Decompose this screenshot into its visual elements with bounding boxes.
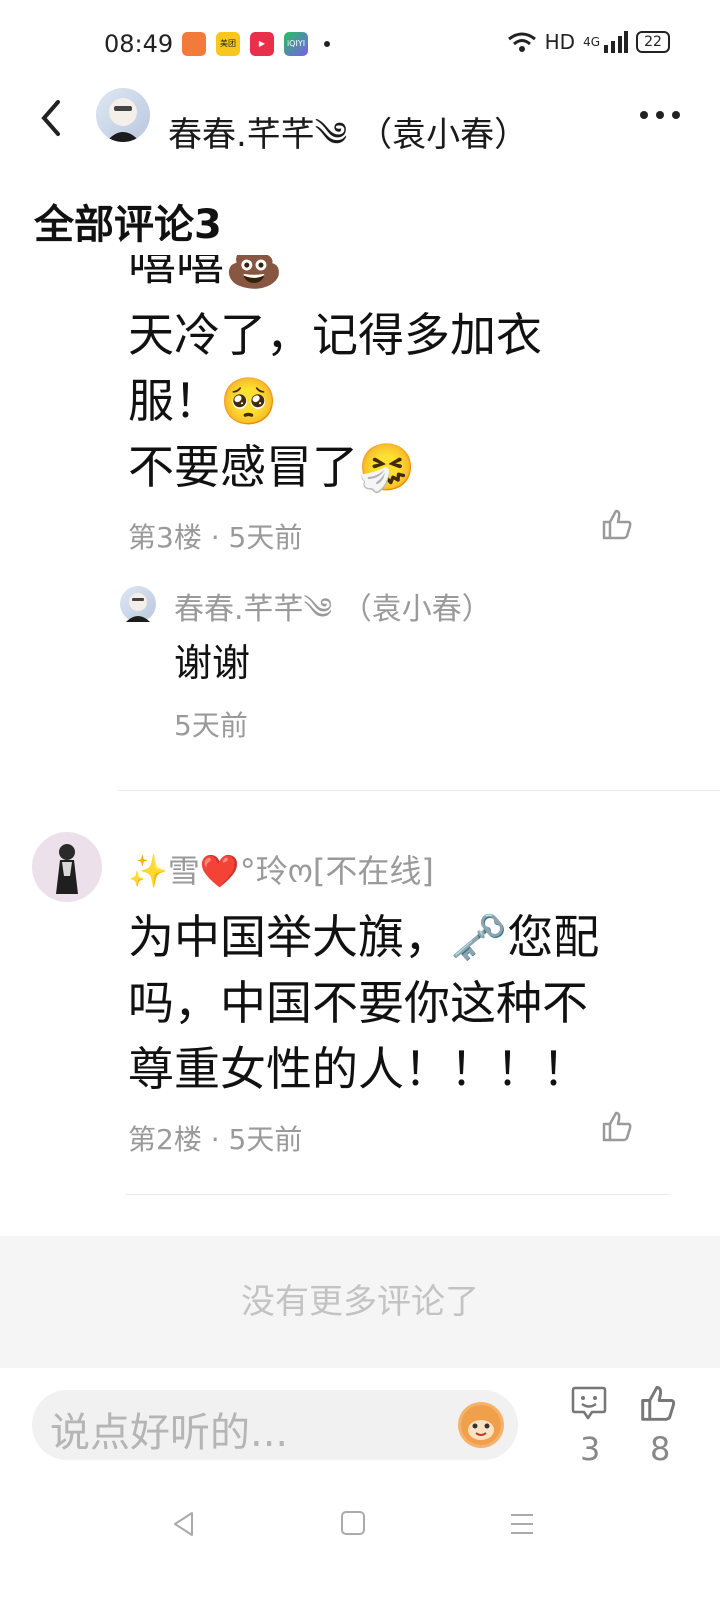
divider <box>126 1194 670 1195</box>
reply-text: 谢谢 <box>174 641 251 685</box>
comment-line: 服！🥺 <box>128 374 278 428</box>
nav-menu-icon[interactable] <box>508 1510 536 1538</box>
comment-count: 3 <box>580 1430 601 1468</box>
like-count: 8 <box>650 1430 671 1468</box>
comment-line: 吗，中国不要你这种不 <box>128 976 588 1030</box>
comment-input-placeholder[interactable]: 说点好听的... <box>50 1400 288 1458</box>
avatar-image-icon <box>56 844 78 894</box>
network-label: HD <box>544 30 576 54</box>
books-app-icon <box>182 32 206 56</box>
wifi-icon <box>507 32 536 52</box>
like-icon[interactable] <box>600 1110 634 1144</box>
comment-meta: 第3楼 · 5天前 <box>128 521 303 554</box>
monkey-face-icon <box>461 1405 501 1445</box>
battery-icon: 22 <box>636 31 670 53</box>
divider <box>118 790 720 791</box>
comment-line: 尊重女性的人！！！！ <box>128 1042 588 1096</box>
section-title: 全部评论3 <box>34 202 222 248</box>
comment-cut-line: 嘻嘻💩 <box>128 255 588 293</box>
like-icon[interactable] <box>600 508 634 542</box>
comment-line: 不要感冒了🤧 <box>128 440 416 494</box>
author-avatar[interactable] <box>96 88 150 142</box>
reply-avatar[interactable] <box>120 586 156 622</box>
no-more-comments: 没有更多评论了 <box>0 1236 720 1368</box>
comment-line: 天冷了，记得多加衣 <box>128 308 542 362</box>
commenter-avatar[interactable] <box>32 832 102 902</box>
comment-line: 为中国举大旗，🗝️您配 <box>128 910 600 964</box>
signal-icon <box>604 31 628 53</box>
nav-back-icon[interactable] <box>170 1510 198 1538</box>
nav-home-icon[interactable] <box>340 1510 366 1536</box>
reply-time: 5天前 <box>174 709 248 742</box>
reply-author-name[interactable]: 春春.芊芊༄ （袁小春） <box>174 590 554 622</box>
status-time: 08:49 <box>104 30 174 58</box>
comment-cut-text: 嘻嘻💩 <box>128 255 284 291</box>
more-options-icon[interactable] <box>636 100 684 130</box>
commenter-name[interactable]: ✨雪❤️°玲ო[不在线] <box>128 846 434 892</box>
comment-icon[interactable] <box>570 1384 608 1422</box>
back-arrow-icon[interactable] <box>34 98 74 138</box>
comment-meta: 第2楼 · 5天前 <box>128 1123 303 1156</box>
signal-label: 4G <box>583 35 600 49</box>
avatar-image-icon <box>126 593 150 622</box>
iqiyi-app-icon: iQIYI <box>284 32 308 56</box>
status-bar: 08:49 美团 ▶ iQIYI HD 4G 22 <box>0 0 720 90</box>
meituan-app-icon: 美团 <box>216 32 240 56</box>
like-icon[interactable] <box>638 1384 678 1424</box>
notification-dot-icon <box>324 41 330 47</box>
status-indicators: HD 4G 22 <box>507 30 670 54</box>
video-app-icon: ▶ <box>250 32 274 56</box>
status-app-icons: 美团 ▶ iQIYI <box>182 32 330 56</box>
emoji-picker-icon[interactable] <box>458 1402 504 1448</box>
avatar-image-icon <box>106 98 140 142</box>
author-name[interactable]: 春春.芊芊༄ （袁小春） <box>168 96 528 192</box>
